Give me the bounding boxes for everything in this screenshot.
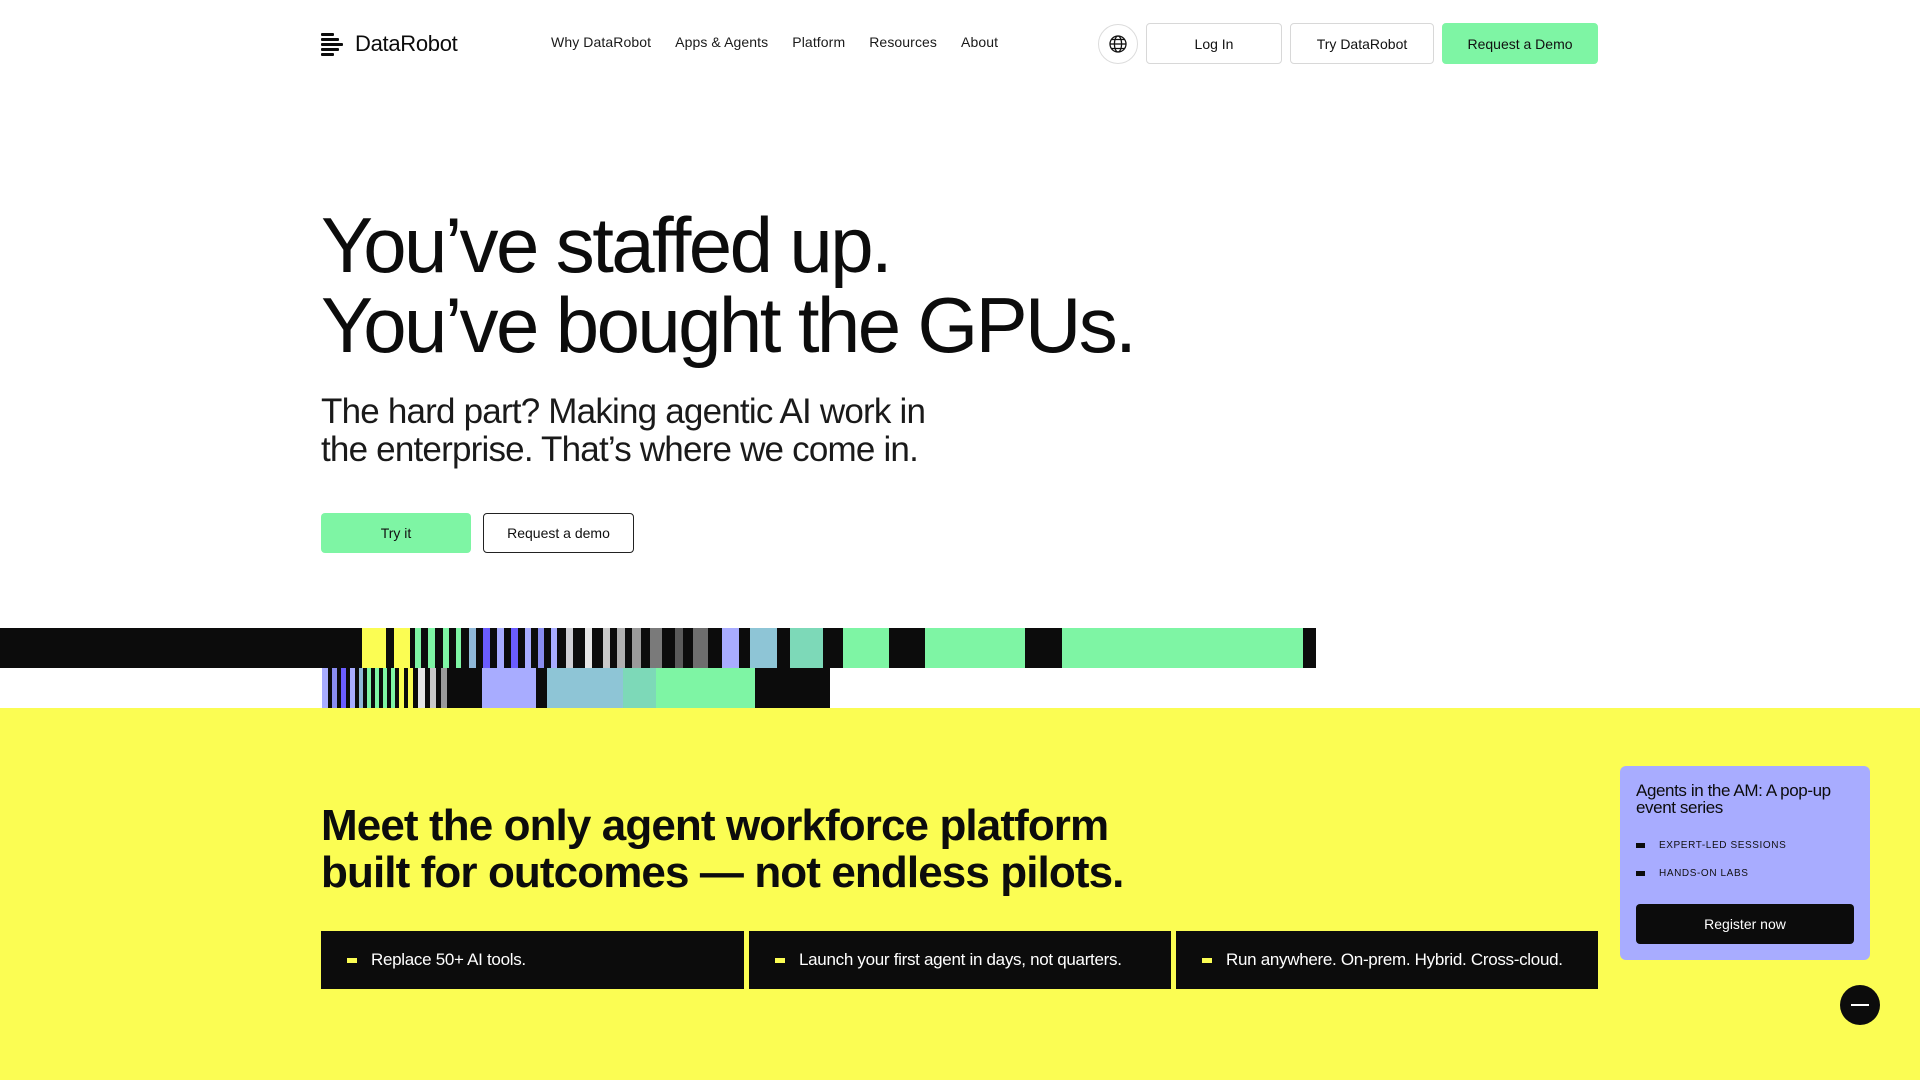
try-datarobot-button[interactable]: Try DataRobot	[1290, 23, 1434, 64]
hero-title-line-1: You’ve staffed up.	[321, 201, 893, 289]
platform-headline-line-2: built for outcomes — not endless pilots.	[321, 848, 1124, 897]
feature-label: Replace 50+ AI tools.	[371, 950, 526, 969]
nav-item-why-datarobot[interactable]: Why DataRobot	[551, 34, 651, 50]
globe-icon	[1109, 35, 1127, 53]
register-now-button[interactable]: Register now	[1636, 904, 1854, 944]
bullet-dash-icon	[1202, 957, 1212, 963]
feature-card-run-anywhere: Run anywhere. On-prem. Hybrid. Cross-clo…	[1176, 931, 1598, 989]
bullet-dash-icon	[775, 957, 785, 963]
brand-name: DataRobot	[355, 31, 458, 56]
hero-try-it-button[interactable]: Try it	[321, 513, 471, 553]
feature-label: Launch your first agent in days, not qua…	[799, 950, 1122, 969]
promo-item-label: EXPERT-LED SESSIONS	[1659, 840, 1787, 851]
decorative-stripe-band	[0, 628, 1920, 708]
language-selector-button[interactable]	[1098, 24, 1138, 64]
chat-minimize-button[interactable]	[1840, 985, 1880, 1025]
nav-item-about[interactable]: About	[961, 34, 998, 50]
main-nav: Why DataRobot Apps & Agents Platform Res…	[551, 34, 998, 50]
hero-title: You’ve staffed up. You’ve bought the GPU…	[321, 201, 1137, 369]
hero-subtitle: The hard part? Making agentic AI work in…	[321, 393, 1021, 469]
promo-title: Agents in the AM: A pop-up event series	[1636, 781, 1831, 817]
promo-item-expert-sessions: EXPERT-LED SESSIONS	[1636, 840, 1786, 851]
login-button[interactable]: Log In	[1146, 23, 1282, 64]
nav-item-apps-agents[interactable]: Apps & Agents	[675, 34, 768, 50]
feature-card-replace-tools: Replace 50+ AI tools.	[321, 931, 744, 989]
bullet-square-icon	[1636, 843, 1645, 848]
request-demo-button[interactable]: Request a Demo	[1442, 23, 1598, 64]
nav-item-platform[interactable]: Platform	[792, 34, 845, 50]
hero-subtitle-line-2: the enterprise. That’s where we come in.	[321, 430, 919, 469]
hero-subtitle-line-1: The hard part? Making agentic AI work in	[321, 392, 926, 431]
stripe-graphic	[0, 628, 1316, 708]
datarobot-logo-icon	[321, 32, 345, 56]
feature-label: Run anywhere. On-prem. Hybrid. Cross-clo…	[1226, 950, 1563, 969]
promo-item-hands-on-labs: HANDS-ON LABS	[1636, 868, 1749, 879]
brand-logo[interactable]: DataRobot	[321, 31, 458, 57]
minus-icon	[1851, 1004, 1869, 1006]
promo-item-label: HANDS-ON LABS	[1659, 868, 1749, 879]
hero-title-line-2: You’ve bought the GPUs.	[321, 281, 1137, 369]
bullet-dash-icon	[347, 957, 357, 963]
hero-request-demo-button[interactable]: Request a demo	[483, 513, 634, 553]
platform-headline-line-1: Meet the only agent workforce platform	[321, 801, 1109, 850]
platform-headline: Meet the only agent workforce platform b…	[321, 802, 1124, 896]
feature-card-launch-agent: Launch your first agent in days, not qua…	[749, 931, 1171, 989]
bullet-square-icon	[1636, 871, 1645, 876]
site-header: DataRobot Why DataRobot Apps & Agents Pl…	[0, 0, 1920, 88]
nav-item-resources[interactable]: Resources	[869, 34, 937, 50]
event-promo-card: Agents in the AM: A pop-up event series …	[1620, 766, 1870, 960]
